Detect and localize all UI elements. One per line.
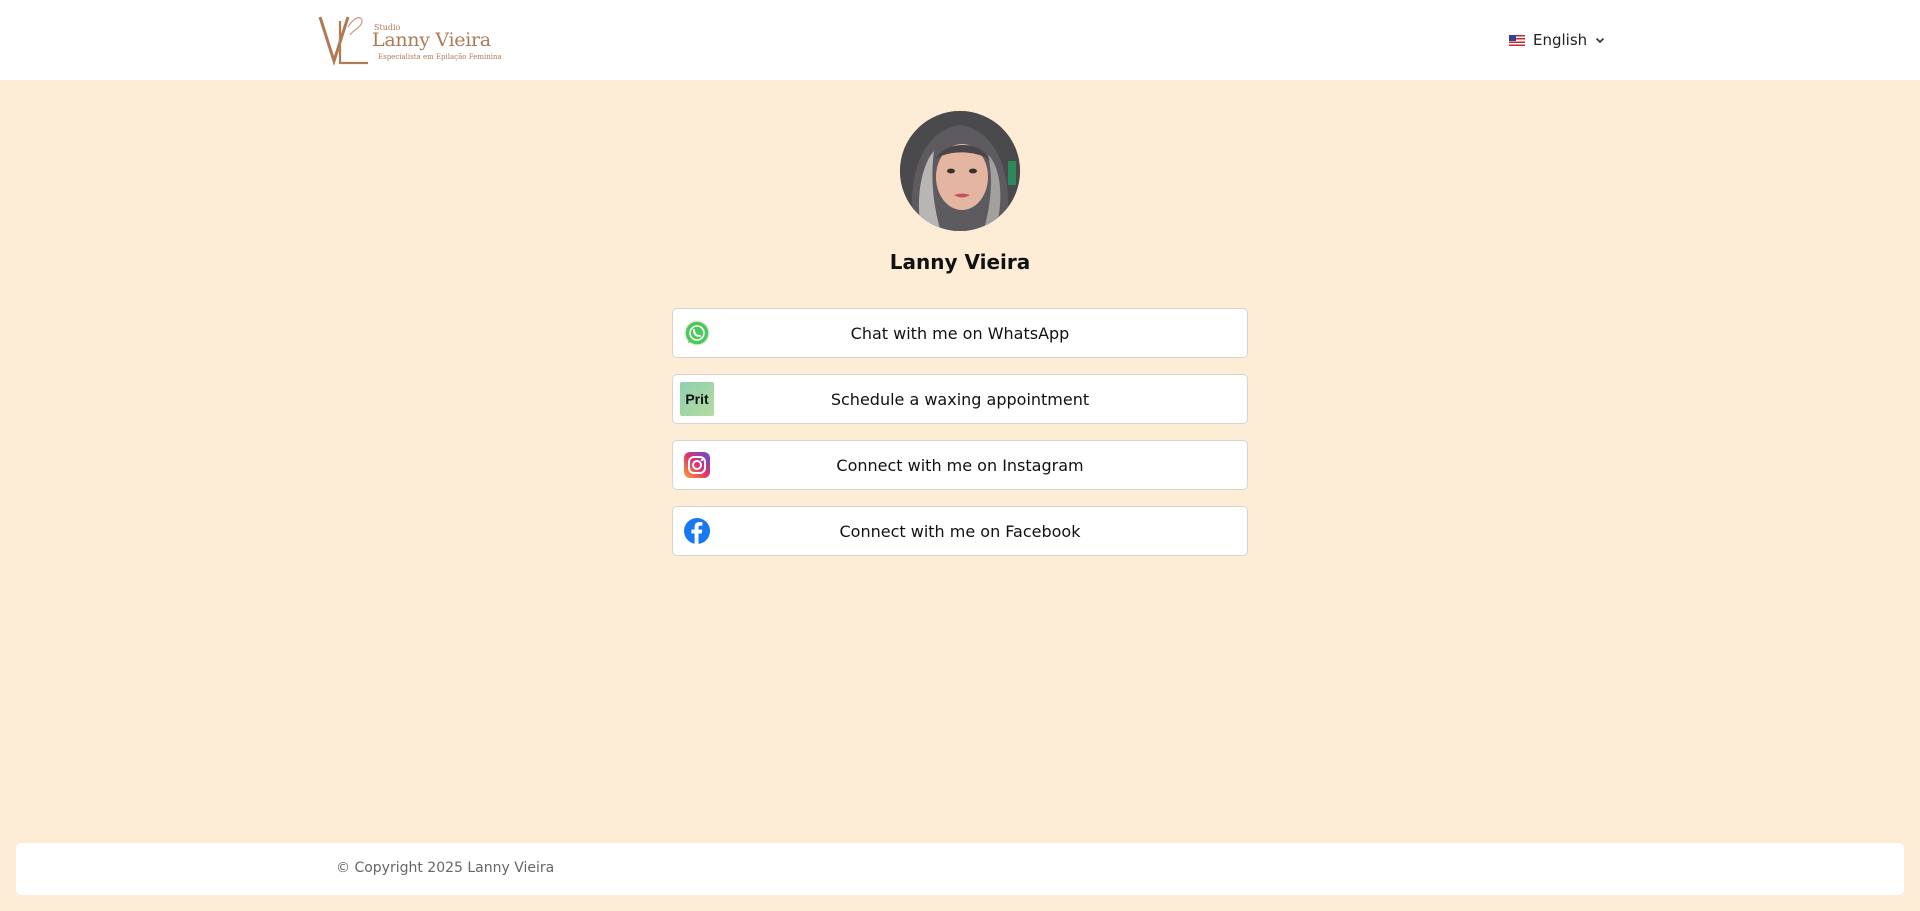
facebook-icon <box>680 514 714 548</box>
language-selector[interactable]: English <box>1509 29 1605 51</box>
instagram-link-button[interactable]: Connect with me on Instagram <box>672 440 1248 490</box>
whatsapp-link-button[interactable]: Chat with me on WhatsApp <box>672 308 1248 358</box>
schedule-appointment-button[interactable]: Prit Schedule a waxing appointment <box>672 374 1248 424</box>
profile-avatar <box>900 111 1020 231</box>
schedule-link-label: Schedule a waxing appointment <box>830 389 1090 409</box>
logo-brand-text: Lanny Vieira <box>372 29 491 51</box>
link-list: Chat with me on WhatsApp Prit Schedule a… <box>672 308 1248 572</box>
instagram-icon <box>680 448 714 482</box>
profile-name: Lanny Vieira <box>889 250 1031 274</box>
instagram-link-label: Connect with me on Instagram <box>836 455 1084 475</box>
whatsapp-link-label: Chat with me on WhatsApp <box>850 323 1070 343</box>
prit-icon: Prit <box>680 382 714 416</box>
facebook-link-button[interactable]: Connect with me on Facebook <box>672 506 1248 556</box>
chevron-down-icon <box>1596 37 1605 44</box>
studio-logo[interactable]: Studio Lanny Vieira Especialista em Epil… <box>318 13 502 67</box>
us-flag-icon <box>1509 34 1525 46</box>
top-navbar: Studio Lanny Vieira Especialista em Epil… <box>0 0 1920 80</box>
copyright-text: © Copyright 2025 Lanny Vieira <box>336 860 555 876</box>
logo-tagline: Especialista em Epilação Feminina <box>378 53 502 61</box>
whatsapp-icon <box>680 316 714 350</box>
page-footer: © Copyright 2025 Lanny Vieira <box>16 843 1904 895</box>
language-label: English <box>1533 31 1588 49</box>
prit-icon-text: Prit <box>685 391 709 407</box>
facebook-link-label: Connect with me on Facebook <box>839 521 1081 541</box>
vl-monogram-icon <box>318 16 368 66</box>
